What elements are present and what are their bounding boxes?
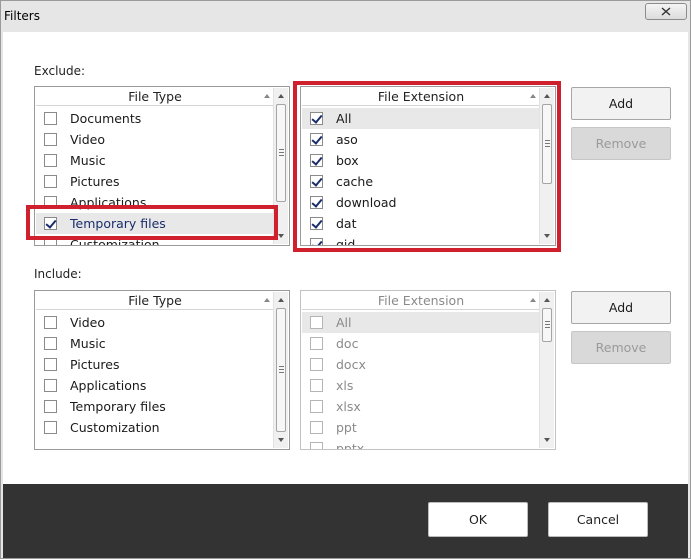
sort-up-icon (264, 298, 270, 302)
checkbox-checked[interactable] (44, 217, 57, 230)
vertical-scrollbar[interactable] (273, 292, 288, 448)
title-bar: Filters (1, 1, 690, 32)
list-item[interactable]: box (302, 150, 540, 171)
exclude-add-button[interactable]: Add (571, 87, 671, 120)
list-item[interactable]: Video (36, 129, 274, 150)
list-item[interactable]: Documents (36, 108, 274, 129)
scroll-up-icon[interactable] (544, 298, 550, 302)
checkbox[interactable] (310, 379, 323, 392)
sort-up-icon (264, 94, 270, 98)
scroll-up-icon[interactable] (278, 94, 284, 98)
list-item[interactable]: pptx (302, 438, 540, 449)
list-item[interactable]: doc (302, 333, 540, 354)
file-extension-column-header[interactable]: File Extension (302, 88, 540, 106)
list-item[interactable]: gid (302, 234, 540, 245)
scrollbar-thumb[interactable] (542, 104, 552, 184)
checkbox-checked[interactable] (310, 133, 323, 146)
include-file-extension-list[interactable]: File Extension All doc docx xls xlsx ppt… (300, 290, 556, 450)
file-type-column-header[interactable]: File Type (36, 88, 274, 106)
checkbox-checked[interactable] (310, 175, 323, 188)
exclude-remove-button[interactable]: Remove (571, 127, 671, 160)
scrollbar-thumb[interactable] (542, 308, 552, 342)
checkbox[interactable] (310, 421, 323, 434)
scrollbar-thumb[interactable] (276, 104, 286, 202)
checkbox[interactable] (44, 196, 57, 209)
cancel-button[interactable]: Cancel (548, 502, 648, 537)
checkbox[interactable] (44, 400, 57, 413)
filters-dialog: Filters Exclude: File Type Documents Vid… (0, 0, 691, 559)
window-title: Filters (4, 9, 40, 23)
vertical-scrollbar[interactable] (539, 292, 554, 448)
list-item[interactable]: Customization (36, 234, 274, 245)
scroll-down-icon[interactable] (544, 234, 550, 238)
sort-up-icon (530, 94, 536, 98)
list-item[interactable]: cache (302, 171, 540, 192)
file-type-column-header[interactable]: File Type (36, 292, 274, 310)
list-item[interactable]: ppt (302, 417, 540, 438)
checkbox[interactable] (44, 337, 57, 350)
checkbox-checked[interactable] (310, 154, 323, 167)
vertical-scrollbar[interactable] (539, 88, 554, 244)
scroll-down-icon[interactable] (278, 234, 284, 238)
file-extension-column-header[interactable]: File Extension (302, 292, 540, 310)
checkbox[interactable] (44, 238, 57, 245)
checkbox-checked[interactable] (310, 196, 323, 209)
checkbox[interactable] (310, 400, 323, 413)
checkbox[interactable] (44, 316, 57, 329)
checkbox[interactable] (310, 337, 323, 350)
dialog-content: Exclude: File Type Documents Video Music (3, 32, 688, 484)
exclude-file-extension-list[interactable]: File Extension All aso box cache downloa… (300, 86, 556, 246)
list-item[interactable]: docx (302, 354, 540, 375)
list-item[interactable]: download (302, 192, 540, 213)
list-item[interactable]: aso (302, 129, 540, 150)
checkbox[interactable] (44, 133, 57, 146)
checkbox-checked[interactable] (310, 112, 323, 125)
list-item[interactable]: Video (36, 312, 274, 333)
include-add-button[interactable]: Add (571, 291, 671, 324)
checkbox-checked[interactable] (310, 217, 323, 230)
list-item-all[interactable]: All (302, 108, 540, 129)
checkbox[interactable] (44, 175, 57, 188)
checkbox[interactable] (44, 112, 57, 125)
list-item[interactable]: Customization (36, 417, 274, 438)
checkbox[interactable] (44, 421, 57, 434)
list-item[interactable]: Pictures (36, 171, 274, 192)
checkbox[interactable] (310, 316, 323, 329)
checkbox[interactable] (44, 154, 57, 167)
list-item[interactable]: Music (36, 150, 274, 171)
list-item-all[interactable]: All (302, 312, 540, 333)
list-item[interactable]: Applications (36, 192, 274, 213)
list-item[interactable]: dat (302, 213, 540, 234)
checkbox[interactable] (310, 442, 323, 449)
list-item-temporary-files[interactable]: Temporary files (36, 213, 274, 234)
list-item[interactable]: xls (302, 375, 540, 396)
include-file-type-list[interactable]: File Type Video Music Pictures Applicati… (34, 290, 290, 450)
include-label: Include: (34, 267, 82, 281)
list-item[interactable]: Applications (36, 375, 274, 396)
list-item[interactable]: xlsx (302, 396, 540, 417)
include-remove-button[interactable]: Remove (571, 331, 671, 364)
exclude-file-type-list[interactable]: File Type Documents Video Music Pictures… (34, 86, 290, 246)
scroll-down-icon[interactable] (278, 438, 284, 442)
checkbox-checked[interactable] (310, 238, 323, 245)
list-item[interactable]: Temporary files (36, 396, 274, 417)
vertical-scrollbar[interactable] (273, 88, 288, 244)
sort-up-icon (530, 298, 536, 302)
close-icon (661, 7, 671, 16)
checkbox[interactable] (44, 358, 57, 371)
exclude-label: Exclude: (34, 64, 86, 78)
list-item[interactable]: Pictures (36, 354, 274, 375)
dialog-footer: OK Cancel (3, 484, 688, 558)
scroll-down-icon[interactable] (544, 438, 550, 442)
scrollbar-thumb[interactable] (276, 308, 286, 432)
close-button[interactable] (645, 3, 687, 20)
scroll-up-icon[interactable] (278, 298, 284, 302)
checkbox[interactable] (44, 379, 57, 392)
list-item[interactable]: Music (36, 333, 274, 354)
checkbox[interactable] (310, 358, 323, 371)
scroll-up-icon[interactable] (544, 94, 550, 98)
ok-button[interactable]: OK (428, 502, 528, 537)
